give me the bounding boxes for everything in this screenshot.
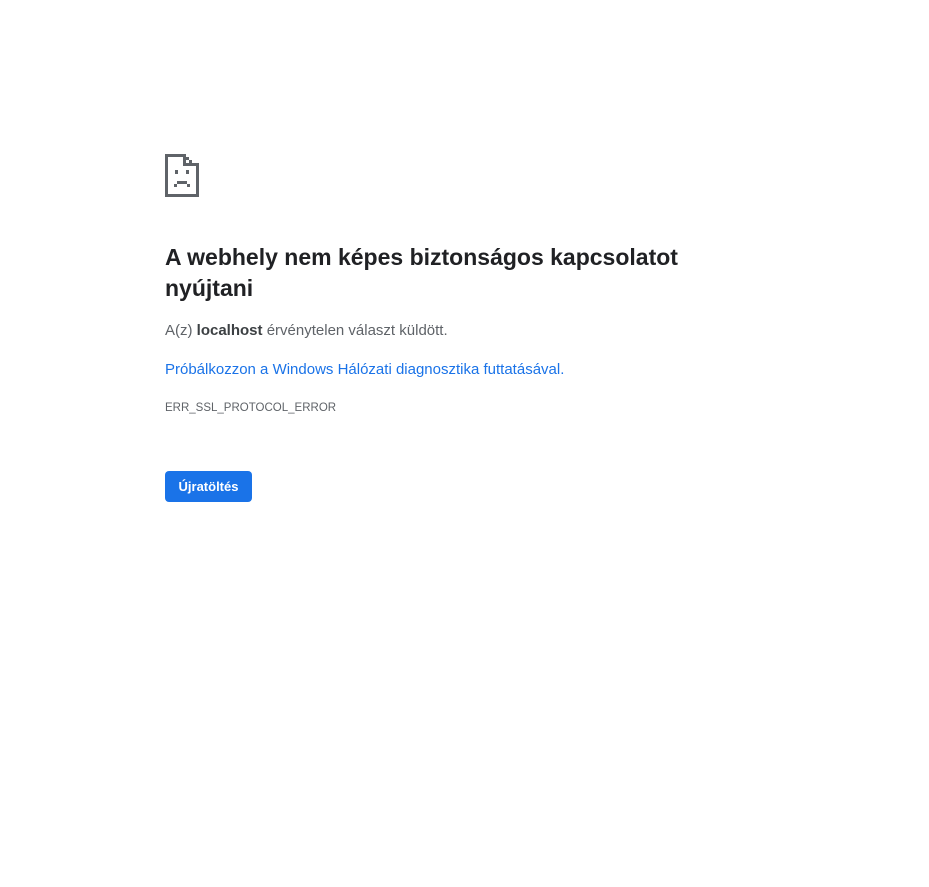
host-name: localhost	[196, 322, 263, 339]
error-summary: A(z) localhost érvénytelen választ küldö…	[165, 321, 448, 341]
suggestion-trailing: .	[560, 361, 565, 378]
network-diagnostics-link[interactable]: Próbálkozzon a Windows Hálózati diagnosz…	[165, 361, 560, 378]
summary-prefix: A(z)	[165, 322, 197, 339]
error-page: A webhely nem képes biztonságos kapcsola…	[0, 0, 929, 887]
error-code: ERR_SSL_PROTOCOL_ERROR	[165, 402, 337, 414]
suggestion-line: Próbálkozzon a Windows Hálózati diagnosz…	[165, 360, 564, 380]
page-title: A webhely nem képes biztonságos kapcsola…	[165, 244, 678, 301]
sad-page-icon	[165, 154, 199, 197]
summary-suffix: érvénytelen választ küldött.	[262, 322, 448, 339]
reload-button[interactable]: Újratöltés	[165, 471, 252, 502]
